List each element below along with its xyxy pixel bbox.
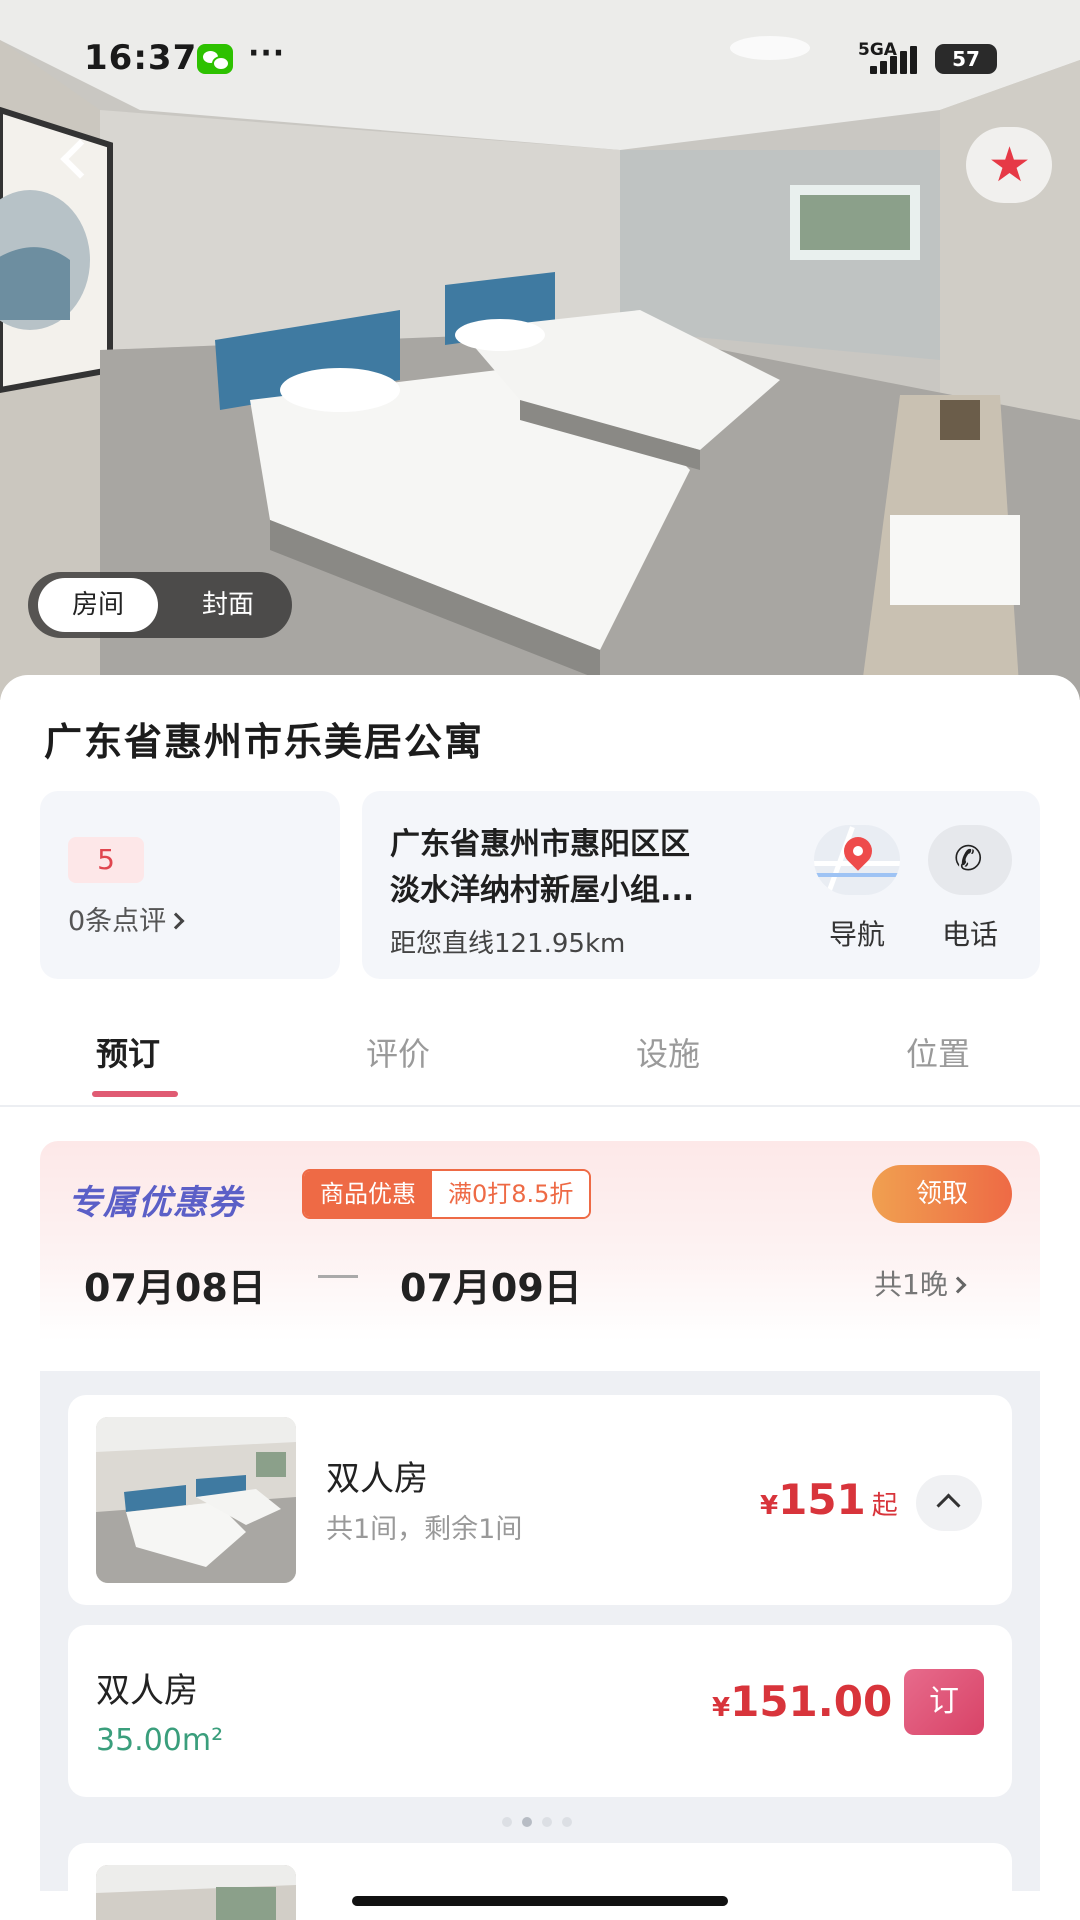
distance-text: 距您直线121.95km xyxy=(390,929,626,959)
book-button[interactable]: 订 xyxy=(904,1669,984,1735)
status-extra: ··· xyxy=(248,36,286,71)
checkin-date[interactable]: 07月08日 xyxy=(84,1257,266,1312)
room-thumbnail xyxy=(96,1417,296,1583)
tab-location[interactable]: 位置 xyxy=(906,1029,970,1075)
phone-icon: ✆ xyxy=(954,839,983,879)
claim-coupon-button[interactable]: 领取 xyxy=(872,1165,1012,1223)
coupon-title: 专属优惠券 xyxy=(68,1183,243,1223)
coupon-type: 商品优惠 xyxy=(304,1171,432,1217)
home-indicator[interactable] xyxy=(352,1896,728,1906)
address-line-2: 淡水洋纳村新屋小组... xyxy=(390,873,695,908)
coupon-card: 专属优惠券 商品优惠 满0打8.5折 领取 07月08日 07月09日 共1晚 xyxy=(40,1141,1040,1341)
rate-name: 双人房 xyxy=(96,1671,198,1711)
address-card: 广东省惠州市惠阳区区 淡水洋纳村新屋小组... 距您直线121.95km 导航 … xyxy=(362,791,1040,979)
status-time: 16:37 xyxy=(84,38,198,78)
navigate-label[interactable]: 导航 xyxy=(814,913,900,953)
rate-plan-card[interactable]: 双人房 35.00m² ¥151.00 订 xyxy=(68,1625,1012,1797)
signal-icon xyxy=(866,46,924,74)
tab-reviews[interactable]: 评价 xyxy=(366,1029,430,1075)
room-thumbnail xyxy=(96,1865,296,1920)
room-type-card[interactable] xyxy=(68,1843,1012,1920)
checkout-date[interactable]: 07月09日 xyxy=(400,1257,582,1312)
nights-selector[interactable]: 共1晚 xyxy=(874,1263,967,1303)
tab-bar: 预订 评价 设施 位置 xyxy=(0,1015,1080,1107)
star-icon: ★ xyxy=(988,137,1032,193)
chevron-right-icon xyxy=(167,912,185,930)
back-icon[interactable] xyxy=(50,135,94,185)
rate-price: ¥151.00 xyxy=(712,1677,893,1726)
map-pin-icon[interactable] xyxy=(814,825,900,895)
room-list: 双人房 共1间，剩余1间 ¥151 起 双人房 35.00m² ¥151.00 订 xyxy=(40,1371,1040,1920)
review-count: 0条点评 xyxy=(68,906,167,937)
room-area: 35.00m² xyxy=(96,1723,224,1758)
nights-count: 共1晚 xyxy=(874,1268,948,1301)
coupon-rule: 满0打8.5折 xyxy=(432,1171,590,1217)
phone-label[interactable]: 电话 xyxy=(928,913,1012,953)
segment-rooms[interactable]: 房间 xyxy=(38,578,158,632)
coupon-tag: 商品优惠 满0打8.5折 xyxy=(302,1169,592,1219)
chevron-right-icon xyxy=(949,1276,967,1294)
room-type-card[interactable]: 双人房 共1间，剩余1间 ¥151 起 xyxy=(68,1395,1012,1605)
tab-facilities[interactable]: 设施 xyxy=(636,1029,700,1075)
pagination-dots xyxy=(500,1815,590,1829)
favorite-button[interactable]: ★ xyxy=(966,127,1052,203)
active-tab-indicator xyxy=(92,1091,178,1097)
tab-booking[interactable]: 预订 xyxy=(96,1029,160,1075)
hotel-name: 广东省惠州市乐美居公寓 xyxy=(44,720,485,764)
photo-segment-control: 房间 封面 xyxy=(28,572,292,638)
score-badge: 5 xyxy=(68,837,144,883)
review-count-link[interactable]: 0条点评 xyxy=(68,899,185,938)
room-availability: 共1间，剩余1间 xyxy=(326,1514,523,1545)
room-name: 双人房 xyxy=(326,1459,428,1499)
room-from-price: ¥151 起 xyxy=(760,1475,898,1524)
detail-sheet: 广东省惠州市乐美居公寓 5 0条点评 广东省惠州市惠阳区区 淡水洋纳村新屋小组.… xyxy=(0,675,1080,1920)
chevron-up-icon[interactable] xyxy=(916,1475,982,1531)
battery-icon: 57 xyxy=(935,44,997,74)
wechat-icon xyxy=(197,44,233,74)
phone-button[interactable]: ✆ xyxy=(928,825,1012,895)
rating-card[interactable]: 5 0条点评 xyxy=(40,791,340,979)
hero-photo[interactable]: 16:37 ··· 5GA 57 ★ 房间 封面 xyxy=(0,0,1080,700)
status-bar: 16:37 ··· 5GA 57 xyxy=(0,0,1080,110)
segment-cover[interactable]: 封面 xyxy=(168,578,288,632)
date-separator xyxy=(318,1275,358,1278)
address-line-1: 广东省惠州市惠阳区区 xyxy=(390,827,690,862)
